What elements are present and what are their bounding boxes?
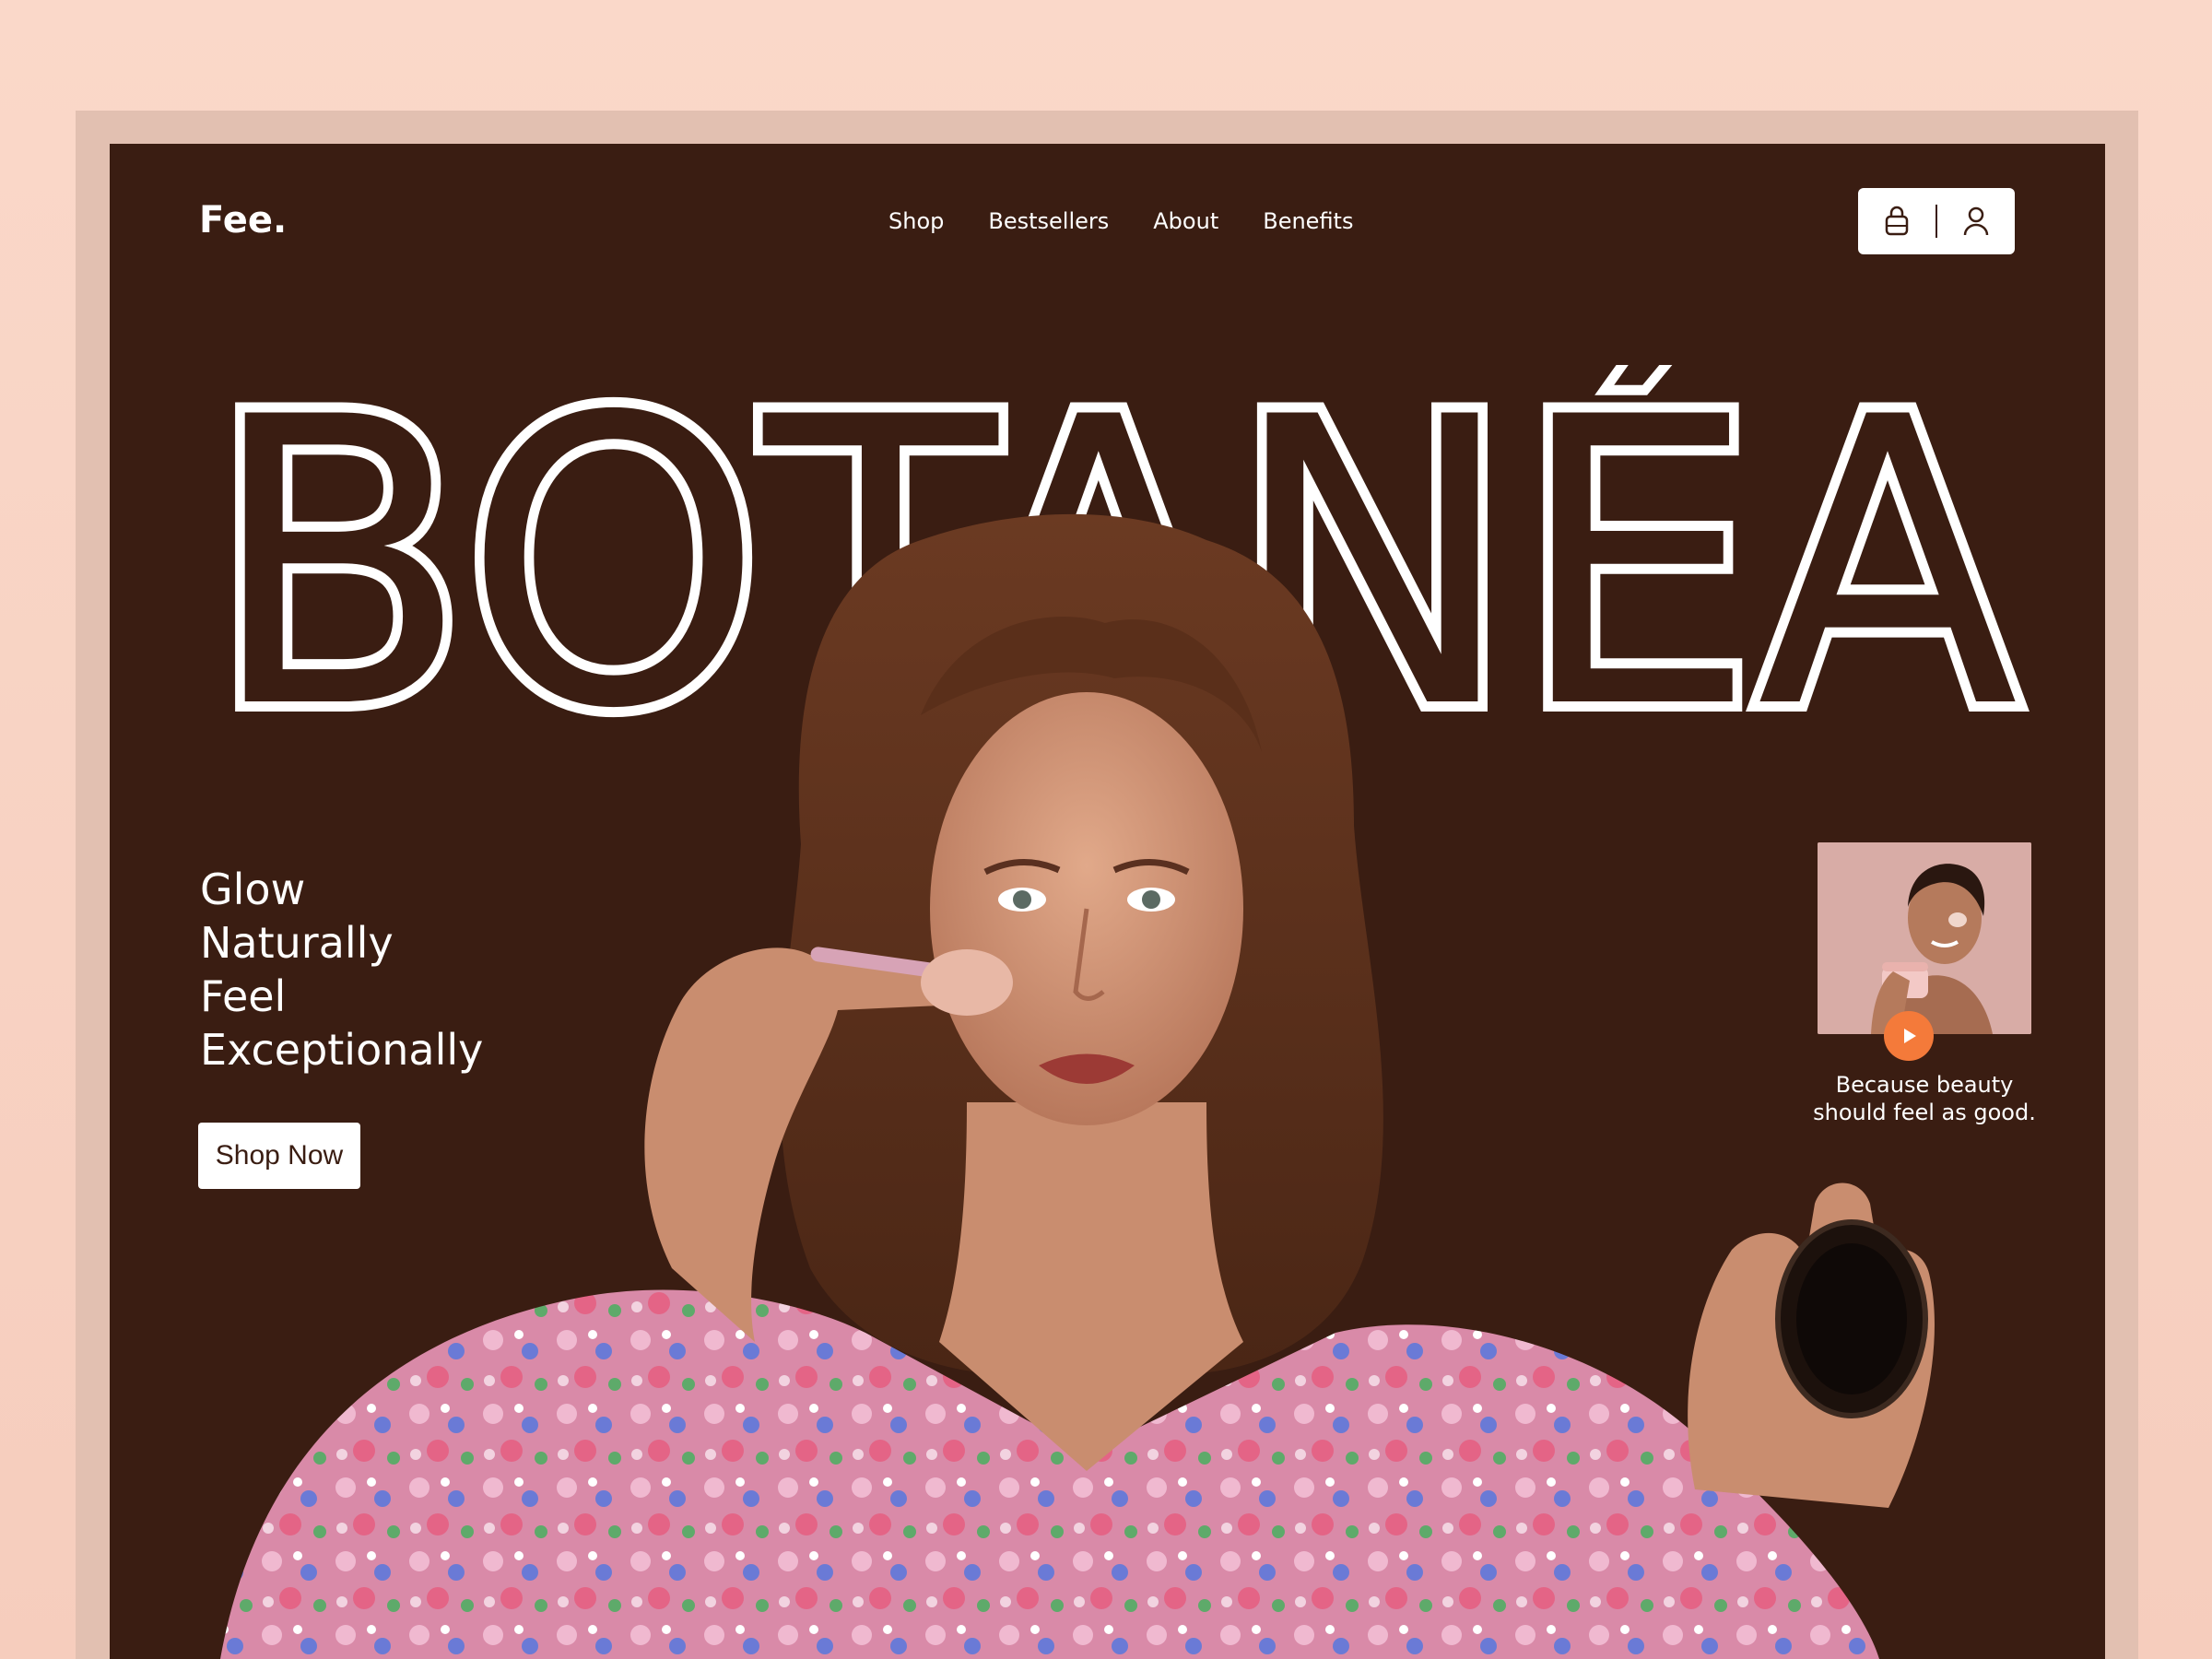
video-thumbnail-image	[1818, 842, 2031, 1034]
tagline-line-4: Exceptionally	[200, 1025, 484, 1075]
tagline-line-2: Naturally	[200, 918, 394, 968]
compact-mirror	[1775, 1219, 1928, 1418]
video-caption-line-2: should feel as good.	[1813, 1100, 2036, 1125]
hero-screen: Fee. Shop Bestsellers About Benefits Glo…	[110, 144, 2105, 1659]
hero-tagline: Glow Naturally Feel Exceptionally	[200, 863, 483, 1077]
play-button[interactable]	[1884, 1011, 1934, 1061]
tagline-line-1: Glow	[200, 865, 306, 914]
play-icon	[1904, 1029, 1916, 1043]
video-caption-line-1: Because beauty	[1835, 1072, 2014, 1098]
tagline-line-3: Feel	[200, 971, 287, 1021]
video-thumbnail[interactable]	[1818, 842, 2031, 1034]
video-caption: Because beauty should feel as good.	[1786, 1071, 2063, 1126]
shop-now-button[interactable]: Shop Now	[198, 1123, 360, 1189]
